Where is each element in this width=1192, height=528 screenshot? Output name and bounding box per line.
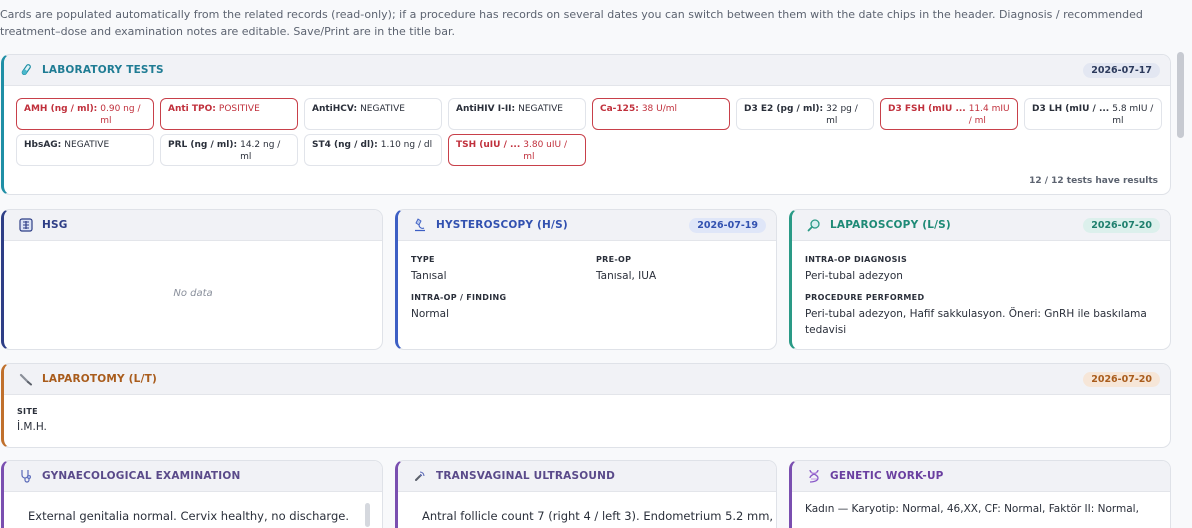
lab-test-value: POSITIVE bbox=[218, 104, 260, 114]
info-notice: Cards are populated automatically from t… bbox=[0, 8, 1143, 38]
laparoscopy-date-chip[interactable]: 2026-07-20 bbox=[1083, 217, 1160, 233]
patient-summary-page: Cards are populated automatically from t… bbox=[0, 0, 1192, 528]
dna-icon bbox=[806, 468, 822, 484]
lab-test-item: TSH (uIU / ... 3.80 uIU / ml bbox=[448, 134, 586, 166]
magnifier-icon bbox=[806, 217, 822, 233]
laparoscopy-title: LAPAROSCOPY (L/S) bbox=[830, 219, 951, 231]
lab-test-item: PRL (ng / ml): 14.2 ng / ml bbox=[160, 134, 298, 166]
lab-test-name: HbsAG: bbox=[24, 140, 62, 150]
laparotomy-header: LAPAROTOMY (L/T) 2026-07-20 bbox=[4, 364, 1170, 395]
hysteroscopy-finding-field: INTRA-OP / FINDING Normal bbox=[411, 293, 506, 322]
procedure-value: Peri-tubal adezyon, Hafif sakkulasyon. Ö… bbox=[805, 308, 1147, 336]
lab-test-name: Anti TPO: bbox=[168, 104, 216, 114]
test-tube-icon bbox=[18, 62, 34, 78]
lab-test-name: ST4 (ng / dl): bbox=[312, 140, 378, 150]
finding-value: Normal bbox=[411, 308, 449, 320]
lab-test-value: 38 U/ml bbox=[641, 104, 678, 114]
laparotomy-card: LAPAROTOMY (L/T) 2026-07-20 SITE İ.M.H. bbox=[1, 363, 1171, 448]
diagnosis-value: Peri-tubal adezyon bbox=[805, 270, 903, 282]
lab-test-name: AMH (ng / ml): bbox=[24, 104, 98, 114]
laparotomy-site-field: SITE İ.M.H. bbox=[17, 407, 47, 435]
lab-tests-title: LABORATORY TESTS bbox=[42, 64, 164, 76]
lab-test-name: D3 FSH (mIU ... bbox=[888, 104, 966, 114]
hysteroscopy-date-chip[interactable]: 2026-07-19 bbox=[689, 217, 766, 233]
lab-test-item: D3 LH (mIU / ... 5.8 mIU / ml bbox=[1024, 98, 1162, 130]
hysteroscopy-title: HYSTEROSCOPY (H/S) bbox=[436, 219, 568, 231]
lab-test-item: AMH (ng / ml): 0.90 ng / ml bbox=[16, 98, 154, 130]
hysteroscopy-card: HYSTEROSCOPY (H/S) 2026-07-19 TYPE Tanıs… bbox=[395, 209, 777, 350]
lab-test-name: D3 E2 (pg / ml): bbox=[744, 104, 824, 114]
finding-label: INTRA-OP / FINDING bbox=[411, 293, 507, 302]
lab-test-value: NEGATIVE bbox=[518, 104, 563, 114]
lab-tests-card: LABORATORY TESTS 2026-07-17 AMH (ng / ml… bbox=[1, 54, 1171, 195]
procedure-label: PROCEDURE PERFORMED bbox=[805, 293, 925, 302]
preop-label: PRE-OP bbox=[596, 255, 632, 264]
lab-test-name: TSH (uIU / ... bbox=[456, 140, 521, 150]
lab-test-value: NEGATIVE bbox=[360, 104, 405, 114]
laparoscopy-header: LAPAROSCOPY (L/S) 2026-07-20 bbox=[792, 210, 1170, 241]
ultrasound-icon bbox=[412, 468, 428, 484]
tvus-card: TRANSVAGINAL ULTRASOUND Antral follicle … bbox=[395, 460, 777, 528]
lab-test-value: 14.2 ng / ml bbox=[240, 140, 281, 162]
lab-test-item: D3 FSH (mIU ... 11.4 mIU / ml bbox=[880, 98, 1018, 130]
microscope-icon bbox=[412, 217, 428, 233]
lab-test-value: 5.8 mIU / ml bbox=[1112, 104, 1154, 126]
gyn-exam-header: GYNAECOLOGICAL EXAMINATION bbox=[4, 461, 382, 492]
hsg-title: HSG bbox=[42, 219, 68, 231]
lab-test-value: NEGATIVE bbox=[64, 140, 110, 150]
lab-test-value: 1.10 ng / dl bbox=[380, 140, 433, 150]
lab-test-value: 3.80 uIU / ml bbox=[523, 140, 568, 162]
lab-test-item: AntiHCV: NEGATIVE bbox=[304, 98, 442, 130]
stethoscope-icon bbox=[18, 468, 34, 484]
lab-date-chip[interactable]: 2026-07-17 bbox=[1083, 62, 1160, 78]
gyn-exam-title: GYNAECOLOGICAL EXAMINATION bbox=[42, 470, 241, 482]
tvus-notes[interactable]: Antral follicle count 7 (right 4 / left … bbox=[422, 509, 773, 523]
preop-value: Tanısal, IUA bbox=[596, 270, 657, 282]
lab-test-name: AntiHIV I-II: bbox=[456, 104, 516, 114]
lab-test-item: ST4 (ng / dl): 1.10 ng / dl bbox=[304, 134, 442, 166]
laparotomy-date-chip[interactable]: 2026-07-20 bbox=[1083, 371, 1160, 387]
hysteroscopy-type-field: TYPE Tanısal bbox=[411, 255, 447, 284]
laparoscopy-diagnosis-field: INTRA-OP DIAGNOSIS Peri-tubal adezyon bbox=[805, 255, 1156, 284]
type-label: TYPE bbox=[411, 255, 435, 264]
page-scrollbar[interactable] bbox=[1177, 52, 1184, 138]
hsg-card: HSG No data bbox=[1, 209, 383, 350]
lab-test-item: Anti TPO: POSITIVE bbox=[160, 98, 298, 130]
lab-test-name: Ca-125: bbox=[600, 104, 639, 114]
lab-test-item: HbsAG: NEGATIVE bbox=[16, 134, 154, 166]
laparoscopy-procedure-field: PROCEDURE PERFORMED Peri-tubal adezyon, … bbox=[805, 293, 1156, 338]
tvus-header: TRANSVAGINAL ULTRASOUND bbox=[398, 461, 776, 492]
lab-test-item: AntiHIV I-II: NEGATIVE bbox=[448, 98, 586, 130]
scalpel-icon bbox=[18, 371, 34, 387]
lab-result-count: 12 / 12 tests have results bbox=[1029, 176, 1158, 186]
gyn-exam-card: GYNAECOLOGICAL EXAMINATION External geni… bbox=[1, 460, 383, 528]
lab-test-name: PRL (ng / ml): bbox=[168, 140, 238, 150]
lab-test-name: AntiHCV: bbox=[312, 104, 358, 114]
hysteroscopy-preop-field: PRE-OP Tanısal, IUA bbox=[596, 255, 656, 284]
hsg-empty-state: No data bbox=[173, 288, 213, 299]
hysteroscopy-header: HYSTEROSCOPY (H/S) 2026-07-19 bbox=[398, 210, 776, 241]
laparoscopy-card: LAPAROSCOPY (L/S) 2026-07-20 INTRA-OP DI… bbox=[789, 209, 1171, 350]
site-value: İ.M.H. bbox=[17, 421, 47, 433]
lab-tests-header: LABORATORY TESTS 2026-07-17 bbox=[4, 55, 1170, 86]
genetic-title: GENETIC WORK-UP bbox=[830, 470, 944, 482]
site-label: SITE bbox=[17, 407, 38, 416]
hsg-header: HSG bbox=[4, 210, 382, 241]
lab-test-value: 0.90 ng / ml bbox=[100, 104, 141, 126]
xray-icon bbox=[18, 217, 34, 233]
type-value: Tanısal bbox=[411, 270, 447, 282]
genetic-card: GENETIC WORK-UP Kadın — Karyotip: Normal… bbox=[789, 460, 1171, 528]
lab-test-item: D3 E2 (pg / ml): 32 pg / ml bbox=[736, 98, 874, 130]
genetic-header: GENETIC WORK-UP bbox=[792, 461, 1170, 492]
lab-test-value: 11.4 mIU / ml bbox=[968, 104, 1010, 126]
lab-test-name: D3 LH (mIU / ... bbox=[1032, 104, 1110, 114]
tvus-title: TRANSVAGINAL ULTRASOUND bbox=[436, 470, 616, 482]
lab-test-value: 32 pg / ml bbox=[826, 104, 858, 126]
laparotomy-title: LAPAROTOMY (L/T) bbox=[42, 373, 157, 385]
gyn-exam-notes[interactable]: External genitalia normal. Cervix health… bbox=[28, 509, 349, 523]
gyn-notes-scrollbar[interactable] bbox=[365, 503, 370, 527]
diagnosis-label: INTRA-OP DIAGNOSIS bbox=[805, 255, 908, 264]
lab-test-item: Ca-125: 38 U/ml bbox=[592, 98, 730, 130]
genetic-notes: Kadın — Karyotip: Normal, 46,XX, CF: Nor… bbox=[805, 503, 1139, 515]
